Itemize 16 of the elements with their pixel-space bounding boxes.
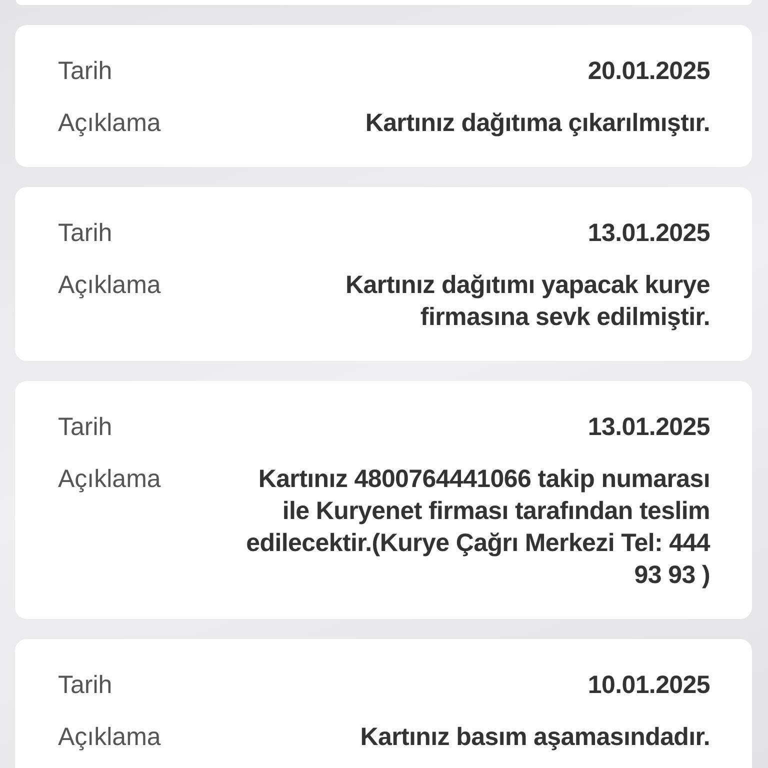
field-label: Tarih (58, 56, 114, 87)
field-label: Açıklama (58, 270, 162, 301)
field-value: Kartınız dağıtıma çıkarılmıştır. (364, 108, 710, 139)
field-value: 13.01.2025 (586, 218, 710, 249)
field-label: Açıklama (58, 722, 162, 753)
field-value: Kartınız basım aşamasındadır. (359, 722, 710, 753)
field-label: Tarih (58, 670, 114, 701)
field-value: 20.01.2025 (586, 56, 710, 87)
field-label: Tarih (58, 412, 114, 443)
field-label: Açıklama (58, 464, 162, 495)
field-value: Kartınız 4800764441066 takip numarası ile Kuryenet firması tarafından teslim edilecektir.(Kurye Çağrı Merkezi Tel: 444 93 93 ) (245, 464, 710, 591)
field-label: Açıklama (58, 108, 162, 139)
field-value: 10.01.2025 (586, 670, 710, 701)
field-value: 13.01.2025 (586, 412, 710, 443)
field-value: Kartınız dağıtımı yapacak kurye firmasına sevk edilmiştir. (344, 270, 710, 333)
field-label: Tarih (58, 218, 114, 249)
